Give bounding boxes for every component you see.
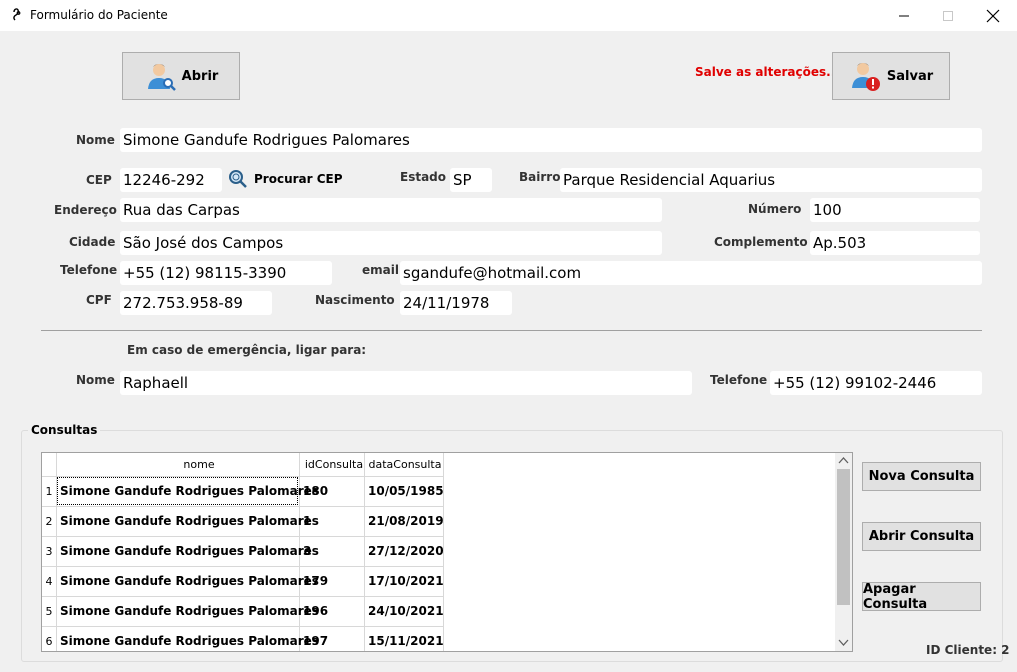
consultas-table[interactable]: nome idConsulta dataConsulta 1 Simone Ga…: [41, 452, 853, 652]
scroll-down-icon[interactable]: [838, 639, 849, 647]
cell-data[interactable]: 24/10/2021: [368, 596, 444, 626]
emergency-heading: Em caso de emergência, ligar para:: [127, 343, 367, 357]
emergency-nome-field[interactable]: Raphaell: [120, 371, 692, 395]
cell-data[interactable]: 15/11/2021: [368, 626, 444, 651]
open-button-label: Abrir: [181, 68, 219, 84]
cell-data[interactable]: 10/05/1985: [368, 476, 444, 506]
cell-id[interactable]: 179: [303, 566, 328, 596]
search-icon: [229, 170, 247, 188]
nascimento-label: Nascimento: [315, 293, 395, 307]
estado-label: Estado: [400, 170, 447, 184]
nova-consulta-button[interactable]: Nova Consulta: [862, 462, 981, 491]
save-button-label: Salvar: [886, 68, 934, 84]
scrollbar-thumb[interactable]: [837, 469, 850, 605]
table-row[interactable]: 1 Simone Gandufe Rodrigues Palomares 180…: [42, 476, 444, 506]
window-title: Formulário do Paciente: [30, 8, 168, 22]
cell-id[interactable]: 1: [303, 506, 311, 536]
table-row[interactable]: 6 Simone Gandufe Rodrigues Palomares 197…: [42, 626, 444, 651]
table-row[interactable]: 2 Simone Gandufe Rodrigues Palomares 1 2…: [42, 506, 444, 536]
save-button[interactable]: Salvar: [832, 52, 950, 100]
open-button[interactable]: Abrir: [122, 52, 240, 100]
row-number: 2: [45, 515, 53, 528]
email-label: email: [362, 263, 399, 277]
nome-field[interactable]: Simone Gandufe Rodrigues Palomares: [120, 128, 982, 152]
nome-label: Nome: [76, 133, 115, 147]
column-header-id[interactable]: idConsulta: [301, 453, 367, 477]
row-number: 3: [45, 545, 53, 558]
close-button[interactable]: [970, 0, 1016, 31]
minimize-icon: [899, 15, 909, 16]
cell-data[interactable]: 21/08/2019: [368, 506, 444, 536]
cell-data[interactable]: 17/10/2021: [368, 566, 444, 596]
row-number: 4: [45, 575, 53, 588]
numero-field[interactable]: 100: [810, 198, 980, 222]
cell-data[interactable]: 27/12/2020: [368, 536, 444, 566]
abrir-consulta-button[interactable]: Abrir Consulta: [862, 522, 981, 551]
cpf-field[interactable]: 272.753.958-89: [120, 291, 272, 315]
nascimento-field[interactable]: 24/11/1978: [400, 291, 512, 315]
close-icon: [986, 9, 1000, 22]
scroll-up-icon[interactable]: [838, 456, 849, 464]
cell-id[interactable]: 180: [303, 476, 328, 506]
estado-field[interactable]: SP: [450, 168, 492, 192]
open-user-icon: [147, 64, 176, 91]
maximize-icon: [943, 10, 953, 21]
telefone-label: Telefone: [60, 263, 118, 277]
save-warning: Salve as alterações...: [695, 65, 840, 79]
cell-nome[interactable]: Simone Gandufe Rodrigues Palomares: [60, 566, 319, 596]
endereco-label: Endereço: [54, 203, 117, 217]
table-row[interactable]: 3 Simone Gandufe Rodrigues Palomares 3 2…: [42, 536, 444, 566]
complemento-field[interactable]: Ap.503: [810, 231, 980, 255]
id-cliente: ID Cliente: 2: [926, 643, 1010, 657]
cell-nome[interactable]: Simone Gandufe Rodrigues Palomares: [60, 506, 319, 536]
numero-label: Número: [748, 202, 802, 216]
cell-nome[interactable]: Simone Gandufe Rodrigues Palomares: [60, 476, 319, 506]
maximize-button[interactable]: [925, 0, 971, 31]
minimize-button[interactable]: [881, 0, 927, 31]
email-field[interactable]: sgandufe@hotmail.com: [400, 261, 982, 285]
cell-id[interactable]: 196: [303, 596, 328, 626]
row-number: 6: [45, 635, 53, 648]
bairro-field[interactable]: Parque Residencial Aquarius: [560, 168, 982, 192]
cpf-label: CPF: [86, 293, 112, 307]
cidade-field[interactable]: São José dos Campos: [120, 231, 662, 255]
bairro-label: Bairro: [519, 170, 561, 184]
emergency-telefone-label: Telefone: [710, 373, 768, 387]
telefone-field[interactable]: +55 (12) 98115-3390: [120, 261, 332, 285]
consultas-group-label: Consultas: [28, 423, 101, 437]
apagar-consulta-button[interactable]: Apagar Consulta: [862, 582, 981, 612]
separator: [41, 330, 982, 331]
endereco-field[interactable]: Rua das Carpas: [120, 198, 662, 222]
cep-field[interactable]: 12246-292: [120, 168, 222, 192]
row-number: 1: [45, 485, 53, 498]
row-number: 5: [45, 605, 53, 618]
procurar-cep-label: Procurar CEP: [254, 172, 343, 186]
cell-id[interactable]: 3: [303, 536, 311, 566]
cell-id[interactable]: 197: [303, 626, 328, 651]
app-icon: [13, 8, 21, 21]
table-scrollbar[interactable]: [835, 453, 852, 651]
column-header-data[interactable]: dataConsulta: [366, 453, 444, 477]
cep-label: CEP: [86, 173, 112, 187]
table-row[interactable]: 5 Simone Gandufe Rodrigues Palomares 196…: [42, 596, 444, 626]
cell-nome[interactable]: Simone Gandufe Rodrigues Palomares: [60, 626, 319, 651]
cell-nome[interactable]: Simone Gandufe Rodrigues Palomares: [60, 536, 319, 566]
procurar-cep-button[interactable]: Procurar CEP: [228, 168, 343, 190]
table-row[interactable]: 4 Simone Gandufe Rodrigues Palomares 179…: [42, 566, 444, 596]
cidade-label: Cidade: [69, 235, 116, 249]
cell-nome[interactable]: Simone Gandufe Rodrigues Palomares: [60, 596, 319, 626]
emergency-telefone-field[interactable]: +55 (12) 99102-2446: [770, 371, 982, 395]
emergency-nome-label: Nome: [76, 373, 115, 387]
save-user-warning-icon: [851, 63, 880, 91]
complemento-label: Complemento: [714, 235, 808, 249]
